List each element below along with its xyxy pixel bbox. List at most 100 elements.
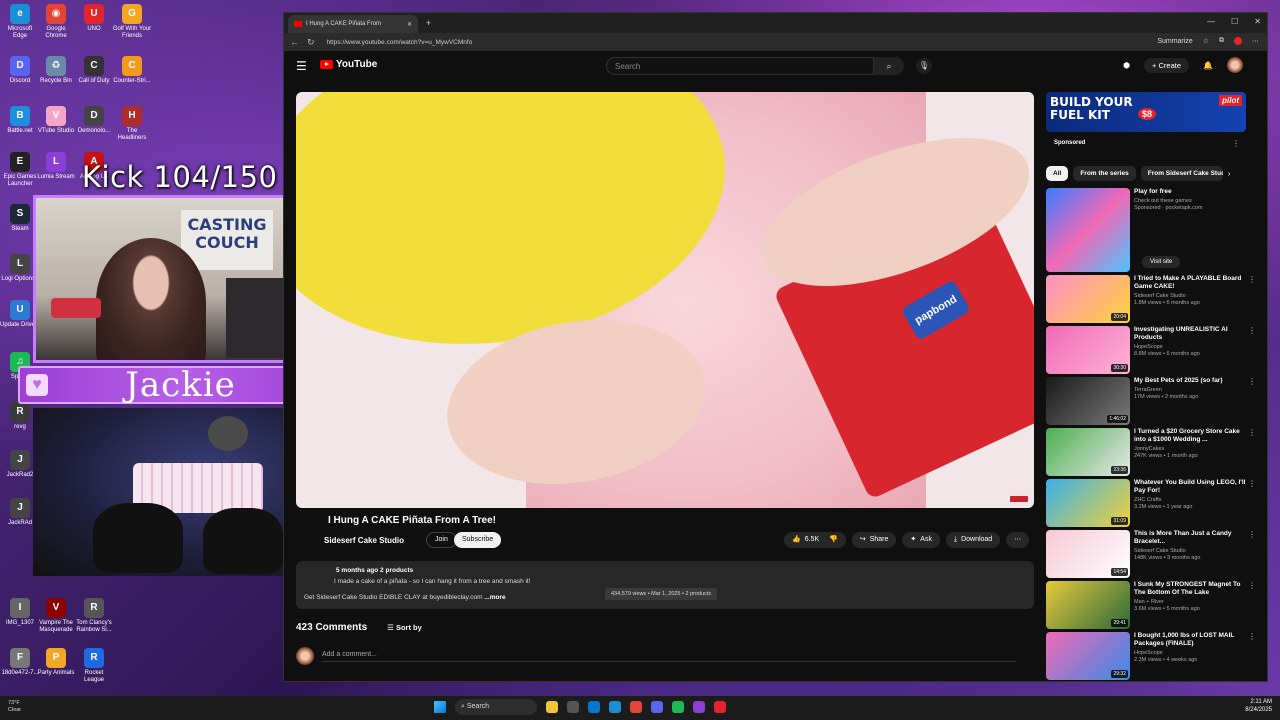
description-box[interactable]: 5 months ago 2 products I made a cake of… [296, 561, 1034, 609]
more-options-icon[interactable]: ⋮ [1248, 275, 1256, 284]
chip-from-series[interactable]: From the series [1073, 166, 1136, 181]
more-actions-button[interactable]: ⋯ [1006, 532, 1030, 548]
windows-start-icon[interactable] [434, 701, 446, 713]
more-options-icon[interactable]: ⋮ [1248, 326, 1256, 335]
star-icon[interactable]: ☆ [1203, 37, 1209, 45]
file-explorer-icon[interactable] [546, 701, 558, 713]
desktop-icon[interactable]: P Party Animals [36, 648, 76, 677]
recommended-video[interactable]: 20:04 I Tried to Make A PLAYABLE Board Ga… [1046, 275, 1256, 323]
bell-icon[interactable]: 🔔 [1203, 61, 1213, 70]
clock-date: 8/24/2025 [1245, 706, 1272, 713]
video-player[interactable]: papbond [296, 92, 1034, 508]
desktop-icon[interactable]: H The Headliners [112, 106, 152, 142]
ad-options-icon[interactable]: ⋮ [1232, 139, 1240, 148]
more-options-icon[interactable]: ⋮ [1248, 377, 1256, 386]
more-options-icon[interactable]: ⋮ [1248, 479, 1256, 488]
like-button[interactable]: 👍 6.5K 👎 [784, 532, 846, 548]
more-options-icon[interactable]: ⋮ [1248, 428, 1256, 437]
url-field[interactable]: https://www.youtube.com/watch?v=u_MywVCM… [327, 39, 473, 46]
desktop-icon[interactable]: V Vampire The Masquerade [36, 598, 76, 634]
weather-widget[interactable]: 73°F Clear [8, 700, 21, 713]
desktop-icon[interactable]: ♻ Recycle Bin [36, 56, 76, 85]
app-icon[interactable] [714, 701, 726, 713]
desktop-icon[interactable]: U UNO [74, 4, 114, 33]
thumbs-down-icon[interactable]: 👎 [829, 532, 838, 548]
desktop-icon[interactable]: E Epic Games Launcher [0, 152, 40, 188]
more-icon[interactable]: ⋯ [1252, 37, 1259, 45]
hamburger-menu-icon[interactable]: ☰ [296, 59, 307, 73]
spotify-icon[interactable] [672, 701, 684, 713]
recommended-video[interactable]: 29:32 I Bought 1,000 lbs of LOST MAIL Pac… [1046, 632, 1256, 680]
sponsored-game-ad[interactable]: Play for free Check out these games Spon… [1046, 188, 1256, 272]
desktop-icon[interactable]: e Microsoft Edge [0, 4, 40, 40]
desktop-icon[interactable]: C Counter-Stri... [112, 56, 152, 85]
close-window-button[interactable]: ✕ [1254, 17, 1261, 26]
create-button[interactable]: + Create [1144, 57, 1190, 73]
desktop-icon[interactable]: F 18d0e472-7... [0, 648, 40, 677]
desktop-icon-label: Party Animals [37, 670, 75, 676]
subscribe-button[interactable]: Subscribe [454, 532, 502, 548]
desktop-icon[interactable]: R Tom Clancy's Rainbow Si... [74, 598, 114, 634]
desktop-icon[interactable]: V VTube Studio [36, 106, 76, 135]
desktop-icon[interactable]: D Demonolo... [74, 106, 114, 135]
close-tab-icon[interactable]: ✕ [407, 21, 412, 28]
voice-search-icon[interactable]: 🎙 [916, 58, 932, 74]
recommended-video[interactable]: 14:54 This is More Than Just a Candy Brac… [1046, 530, 1256, 578]
taskbar-search[interactable]: ⌕ Search [455, 699, 537, 715]
browser-tab-active[interactable]: I Hung A CAKE Piñata From ✕ [288, 15, 418, 33]
desktop-icon[interactable]: D Discord [0, 56, 40, 85]
desktop-icon[interactable]: G Golf With Your Friends [112, 4, 152, 40]
task-view-icon[interactable] [567, 701, 579, 713]
sort-button[interactable]: ☰ Sort by [387, 623, 422, 632]
chevron-right-icon[interactable]: › [1228, 166, 1231, 181]
more-options-icon[interactable]: ⋮ [1248, 581, 1256, 590]
chrome-icon[interactable] [630, 701, 642, 713]
recommended-video[interactable]: 23:36 I Turned a $20 Grocery Store Cake i… [1046, 428, 1256, 476]
avatar[interactable] [1227, 57, 1243, 73]
outlook-icon[interactable] [588, 701, 600, 713]
ad-price: $8 [1138, 108, 1157, 120]
video-thumbnail: 14:54 [1046, 530, 1130, 578]
extensions-icon[interactable]: ⧉ [1219, 37, 1224, 45]
back-icon[interactable]: ← [290, 37, 299, 47]
reload-icon[interactable]: ↻ [307, 37, 315, 48]
more-options-icon[interactable]: ⋮ [1248, 632, 1256, 641]
sponsored-label: Sponsored [1054, 140, 1086, 146]
desktop-icon[interactable]: ◉ Google Chrome [36, 4, 76, 40]
desktop-icon[interactable]: I IMG_1307 [0, 598, 40, 627]
search-input[interactable]: Search [606, 57, 874, 75]
system-tray[interactable]: 2:11 AM 8/24/2025 [1245, 699, 1272, 715]
recommended-video[interactable]: 29:41 I Sunk My STRONGEST Magnet To The B… [1046, 581, 1256, 629]
cast-icon[interactable]: ⬢ [1123, 61, 1130, 70]
recommended-video[interactable]: 30:30 Investigating UNREALISTIC AI Produc… [1046, 326, 1256, 374]
search-icon[interactable]: ⌕ [874, 57, 904, 75]
recommended-video[interactable]: 31:09 Whatever You Build Using LEGO, I'll… [1046, 479, 1256, 527]
ad-banner[interactable]: BUILD YOUR FUEL KIT $8 pilot [1046, 92, 1246, 132]
youtube-logo[interactable]: YouTube [320, 59, 377, 70]
desktop-icon[interactable]: B Battle.net [0, 106, 40, 135]
channel-name[interactable]: Sideserf Cake Studio [324, 536, 404, 545]
desktop-icon[interactable]: R Rocket League [74, 648, 114, 684]
desktop-icon[interactable]: L Lumia Stream [36, 152, 76, 181]
download-button[interactable]: ⤓ Download [945, 532, 1001, 548]
obs-icon[interactable] [693, 701, 705, 713]
share-button[interactable]: ↪ Share [851, 532, 897, 548]
more-options-icon[interactable]: ⋮ [1248, 530, 1256, 539]
join-button[interactable]: Join [426, 532, 457, 548]
chip-all[interactable]: All [1046, 166, 1069, 181]
minimize-button[interactable]: — [1207, 17, 1215, 26]
edge-icon[interactable] [609, 701, 621, 713]
summarize-button[interactable]: Summarize [1157, 38, 1192, 45]
maximize-button[interactable]: ☐ [1231, 17, 1238, 26]
new-tab-button[interactable]: + [426, 18, 431, 28]
chip-from-channel[interactable]: From Sideserf Cake Studio [1140, 166, 1223, 181]
youtube-favicon-icon [294, 21, 302, 27]
show-more-link[interactable]: ...more [484, 594, 505, 601]
ask-button[interactable]: ✦ Ask [902, 532, 940, 548]
desktop-icon[interactable]: C Call of Duty [74, 56, 114, 85]
profile-icon[interactable] [1234, 37, 1242, 45]
discord-icon[interactable] [651, 701, 663, 713]
comment-input[interactable]: Add a comment... [322, 651, 1016, 662]
recommended-video[interactable]: 1:46:02 My Best Pets of 2025 (so far) Terr… [1046, 377, 1256, 425]
visit-site-button[interactable]: Visit site [1142, 256, 1181, 268]
